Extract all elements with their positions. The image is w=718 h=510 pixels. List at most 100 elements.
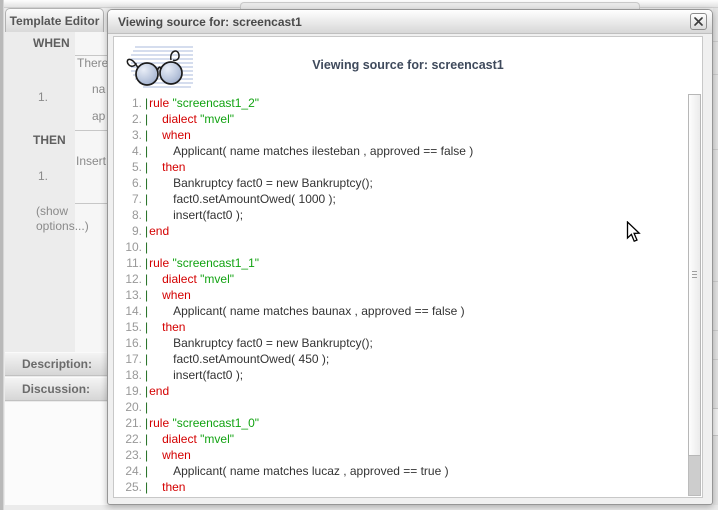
row-number: 1. <box>38 169 48 183</box>
line-number: 6. <box>120 175 142 191</box>
line-number: 25. <box>120 479 142 495</box>
line-number: 18. <box>120 367 142 383</box>
show-options-link[interactable]: (show options...) <box>36 204 100 234</box>
scrollbar-grip-icon <box>692 271 697 279</box>
view-source-dialog: Viewing source for: screencast1 <box>107 9 713 505</box>
source-line: 2.|dialect "mvel" <box>120 111 686 127</box>
close-x-icon <box>694 13 703 31</box>
line-number: 10. <box>120 239 142 255</box>
source-line: 21.|rule "screencast1_0" <box>120 415 686 431</box>
line-content: dialect "mvel" <box>148 111 234 127</box>
discussion-header[interactable]: Discussion: <box>5 377 110 401</box>
source-line: 5.|then <box>120 159 686 175</box>
source-line: 1.|rule "screencast1_2" <box>120 95 686 111</box>
line-number: 19. <box>120 383 142 399</box>
line-number: 1. <box>120 95 142 111</box>
rule-column <box>75 32 110 352</box>
dialog-titlebar: Viewing source for: screencast1 <box>108 10 712 34</box>
tab-template-editor[interactable]: Template Editor <box>5 8 104 32</box>
line-content: end <box>148 223 169 239</box>
row-number: 1. <box>38 90 48 104</box>
line-number: 24. <box>120 463 142 479</box>
action-fragment: Insert B <box>76 154 110 168</box>
line-number: 12. <box>120 271 142 287</box>
line-content: rule "screencast1_1" <box>148 255 259 271</box>
line-number: 21. <box>120 415 142 431</box>
line-number: 9. <box>120 223 142 239</box>
line-number: 17. <box>120 351 142 367</box>
line-content: fact0.setAmountOwed( 1000 ); <box>148 191 336 207</box>
line-number: 16. <box>120 335 142 351</box>
line-content: then <box>148 159 185 175</box>
dialog-body: Viewing source for: screencast1 1.|rule … <box>108 34 712 504</box>
condition-fragment: There i <box>77 56 110 70</box>
source-line: 17.|fact0.setAmountOwed( 450 ); <box>120 351 686 367</box>
source-header-title: Viewing source for: screencast1 <box>114 58 702 72</box>
source-line: 20.| <box>120 399 686 415</box>
background-tab <box>240 2 640 9</box>
line-content: fact0.setAmountOwed( 450 ); <box>148 351 329 367</box>
line-content: Bankruptcy fact0 = new Bankruptcy(); <box>148 335 373 351</box>
line-content: when <box>148 287 191 303</box>
line-content: Bankruptcy fact0 = new Bankruptcy(); <box>148 175 373 191</box>
source-line: 14.|Applicant( name matches baunax , app… <box>120 303 686 319</box>
source-line: 25.|then <box>120 479 686 495</box>
source-line: 4.|Applicant( name matches ilesteban , a… <box>120 143 686 159</box>
scrollbar-track[interactable] <box>688 456 701 496</box>
line-content <box>148 399 149 415</box>
source-line: 6.|Bankruptcy fact0 = new Bankruptcy(); <box>120 175 686 191</box>
line-content: end <box>148 383 169 399</box>
line-number: 13. <box>120 287 142 303</box>
line-content <box>148 239 149 255</box>
line-content: dialect "mvel" <box>148 431 234 447</box>
lower-panel <box>5 402 110 505</box>
tab-label: Template Editor <box>10 14 100 28</box>
source-line: 3.|when <box>120 127 686 143</box>
line-content: then <box>148 319 185 335</box>
source-line: 11.|rule "screencast1_1" <box>120 255 686 271</box>
close-button[interactable] <box>690 13 707 30</box>
source-line: 12.|dialect "mvel" <box>120 271 686 287</box>
discussion-label: Discussion: <box>22 382 90 396</box>
panel-splitter <box>0 0 4 510</box>
line-number: 8. <box>120 207 142 223</box>
source-line: 16.|Bankruptcy fact0 = new Bankruptcy(); <box>120 335 686 351</box>
dialog-title: Viewing source for: screencast1 <box>118 15 690 29</box>
description-label: Description: <box>22 357 92 371</box>
line-content: Applicant( name matches baunax , approve… <box>148 303 465 319</box>
source-line: 23.|when <box>120 447 686 463</box>
source-line: 19.|end <box>120 383 686 399</box>
scrollbar-thumb[interactable] <box>688 94 701 456</box>
source-line: 8.|insert(fact0 ); <box>120 207 686 223</box>
source-line: 18.|insert(fact0 ); <box>120 367 686 383</box>
line-content: dialect "mvel" <box>148 271 234 287</box>
line-number: 11. <box>120 255 142 271</box>
source-line: 15.|then <box>120 319 686 335</box>
scrollbar <box>688 94 701 496</box>
line-number: 20. <box>120 399 142 415</box>
when-label: WHEN <box>33 36 70 50</box>
line-content: when <box>148 127 191 143</box>
line-number: 4. <box>120 143 142 159</box>
source-line: 13.|when <box>120 287 686 303</box>
line-content: insert(fact0 ); <box>148 367 243 383</box>
source-line: 9.|end <box>120 223 686 239</box>
source-line: 24.|Applicant( name matches lucaz , appr… <box>120 463 686 479</box>
source-line: 10.| <box>120 239 686 255</box>
line-content: Applicant( name matches lucaz , approved… <box>148 463 448 479</box>
line-number: 15. <box>120 319 142 335</box>
line-number: 14. <box>120 303 142 319</box>
line-number: 22. <box>120 431 142 447</box>
description-header[interactable]: Description: <box>5 352 110 376</box>
line-number: 7. <box>120 191 142 207</box>
sliver-button <box>713 408 718 436</box>
line-content: rule "screencast1_2" <box>148 95 259 111</box>
source-line: 22.|dialect "mvel" <box>120 431 686 447</box>
template-editor-panel: WHEN There i na ap 1. THEN Insert B 1. (… <box>5 32 110 352</box>
line-content: when <box>148 447 191 463</box>
line-number: 3. <box>120 127 142 143</box>
source-line: 7.|fact0.setAmountOwed( 1000 ); <box>120 191 686 207</box>
line-content: Applicant( name matches ilesteban , appr… <box>148 143 473 159</box>
line-number: 2. <box>120 111 142 127</box>
line-number: 23. <box>120 447 142 463</box>
